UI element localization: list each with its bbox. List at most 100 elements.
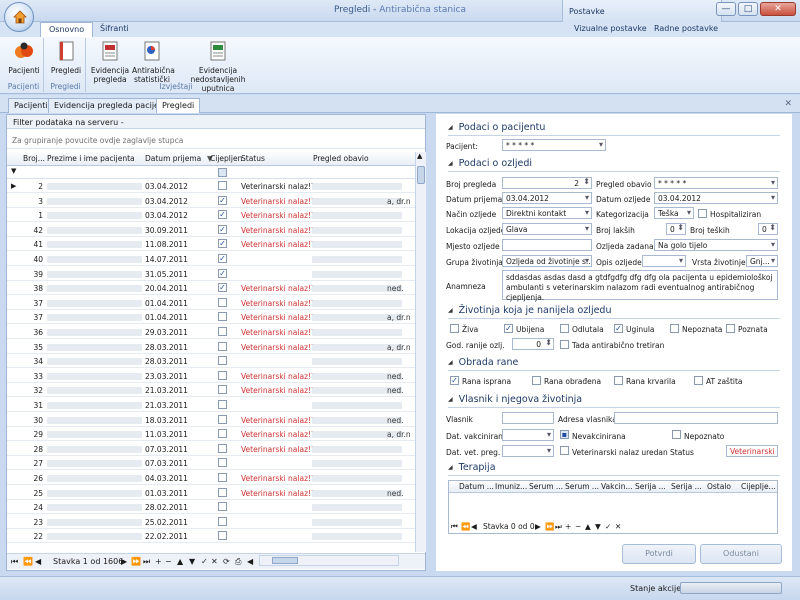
cell-cijepljen-checkbox[interactable]: [218, 312, 227, 322]
cell-cijepljen-checkbox[interactable]: [218, 181, 227, 190]
mjesto-ozljede-input[interactable]: [502, 239, 592, 251]
scroll-up-icon[interactable]: ▲: [417, 152, 422, 160]
tab-osnovno[interactable]: Osnovno: [40, 22, 94, 37]
col-prezime-ime[interactable]: Prezime i ime pacijenta: [47, 154, 135, 163]
scroll-thumb[interactable]: [417, 166, 425, 184]
nepoznato-checkbox[interactable]: [672, 430, 681, 439]
close-button[interactable]: ✕: [760, 2, 796, 16]
nav-first-icon[interactable]: ⏮: [11, 557, 18, 567]
ter-nav-delete-icon[interactable]: −: [575, 522, 581, 531]
nav-add-icon[interactable]: +: [155, 557, 162, 566]
cell-cijepljen-checkbox[interactable]: [218, 516, 227, 526]
adresa-vlasnika-input[interactable]: [614, 412, 778, 424]
minimize-button[interactable]: —: [716, 2, 736, 16]
ter-nav-first-icon[interactable]: ⏮: [451, 522, 458, 532]
cell-cijepljen-checkbox[interactable]: [218, 531, 227, 541]
cell-cijepljen-checkbox[interactable]: [218, 429, 227, 439]
table-row[interactable]: 37 01.04.2011 Veterinarski nalaz!?: [7, 296, 415, 310]
nav-prev-page-icon[interactable]: ⏪: [23, 557, 33, 566]
vet-nalaz-uredan-checkbox[interactable]: [560, 446, 569, 455]
rana-obradena-checkbox[interactable]: [532, 376, 541, 385]
nacin-ozljede-select[interactable]: Direktni kontakt: [502, 207, 592, 219]
nav-cancel-edit-icon[interactable]: ▼: [189, 557, 195, 566]
cell-cijepljen-checkbox[interactable]: [218, 297, 227, 307]
hscroll-thumb[interactable]: [272, 557, 298, 564]
cell-cijepljen-checkbox[interactable]: ✓: [218, 283, 227, 293]
nav-delete-icon[interactable]: −: [165, 557, 172, 566]
broj-teskih-input[interactable]: 0: [758, 223, 778, 235]
nav-next-page-icon[interactable]: ⏩: [131, 557, 141, 566]
ter-nav-edit-icon[interactable]: ▲: [585, 522, 591, 531]
dat-vet-preg-input[interactable]: [502, 445, 554, 457]
table-row[interactable]: 3 03.04.2012 ✓ Veterinarski nalaz!? a, dr.n: [7, 194, 415, 208]
ter-col-serum2[interactable]: Serum ...: [565, 482, 599, 491]
table-row[interactable]: 38 20.04.2011 ✓ Veterinarski nalaz!? ned.: [7, 281, 415, 296]
table-row[interactable]: 36 29.03.2011 Veterinarski nalaz!?: [7, 325, 415, 339]
nav-confirm-icon[interactable]: ✓: [201, 557, 208, 566]
cell-cijepljen-checkbox[interactable]: [218, 414, 227, 424]
cell-cijepljen-checkbox[interactable]: ✓: [218, 239, 227, 249]
maximize-button[interactable]: □: [738, 2, 758, 16]
cell-cijepljen-checkbox[interactable]: [218, 341, 227, 351]
table-row[interactable]: 1 03.04.2012 ✓ Veterinarski nalaz!?: [7, 208, 415, 223]
pacijenti-button[interactable]: Pacijenti: [6, 40, 42, 75]
cell-cijepljen-checkbox[interactable]: [218, 400, 227, 409]
table-row[interactable]: 37 01.04.2011 Veterinarski nalaz!? a, dr.n: [7, 310, 415, 325]
broj-pregleda-input[interactable]: 2: [502, 177, 592, 189]
ter-col-cijepljenje[interactable]: Cijeplje...: [741, 482, 776, 491]
tab-radne-postavke[interactable]: Radne postavke: [654, 24, 718, 33]
section-terapija[interactable]: Terapija: [448, 462, 496, 473]
col-broj[interactable]: Broj...: [23, 154, 45, 163]
table-row[interactable]: 26 04.03.2011 Veterinarski nalaz!?: [7, 471, 415, 485]
col-cijepljen[interactable]: Cijepljen: [210, 154, 242, 163]
table-row[interactable]: 31 21.03.2011: [7, 398, 415, 412]
cell-cijepljen-checkbox[interactable]: [218, 458, 227, 468]
kategorizacija-select[interactable]: Teška: [654, 207, 694, 219]
anamneza-textarea[interactable]: sddasdas asdas dasd a gtdfgdfg dfg dfg o…: [502, 270, 778, 302]
grid-auto-filter-row[interactable]: ▼: [7, 166, 415, 179]
ter-nav-confirm-icon[interactable]: ✓: [605, 522, 611, 531]
rana-krvarila-checkbox[interactable]: [614, 376, 623, 385]
uginula-checkbox[interactable]: ✓: [614, 324, 623, 333]
ziva-checkbox[interactable]: [450, 324, 459, 333]
cell-cijepljen-checkbox[interactable]: ✓: [218, 268, 227, 278]
table-row[interactable]: 33 23.03.2011 Veterinarski nalaz!? ned.: [7, 369, 415, 383]
ter-col-datum[interactable]: Datum ...: [459, 482, 494, 491]
server-filter-bar[interactable]: Filter podataka na serveru -: [7, 115, 425, 129]
refresh-icon[interactable]: ⟳: [223, 557, 230, 566]
section-zivotinja[interactable]: Životinja koja je nanijela ozljedu: [448, 305, 612, 316]
cell-cijepljen-checkbox[interactable]: [218, 473, 227, 482]
table-row[interactable]: 24 28.02.2011: [7, 500, 415, 515]
nav-next-icon[interactable]: ▶: [121, 557, 127, 566]
nav-prev-icon[interactable]: ◀: [35, 557, 41, 566]
cell-cijepljen-checkbox[interactable]: [218, 443, 227, 453]
poznata-checkbox[interactable]: [726, 324, 735, 333]
vrsta-zivotinje-select[interactable]: Gnj...: [746, 255, 778, 267]
close-doc-icon[interactable]: ✕: [784, 99, 792, 109]
ubijena-checkbox[interactable]: ✓: [504, 324, 513, 333]
evidencija-pregleda-button[interactable]: Evidencija pregleda: [90, 40, 130, 84]
section-podaci-o-ozljedi[interactable]: Podaci o ozljedi: [448, 158, 532, 169]
rana-isprana-checkbox[interactable]: ✓: [450, 376, 459, 385]
cell-cijepljen-checkbox[interactable]: ✓: [218, 195, 227, 205]
filter-cijepljen-checkbox[interactable]: [218, 168, 227, 177]
doc-tab-pregledi[interactable]: Pregledi: [156, 98, 201, 113]
table-row[interactable]: 29 11.03.2011 Veterinarski nalaz!? a, dr.n: [7, 427, 415, 442]
god-ranije-input[interactable]: 0: [512, 338, 554, 350]
col-pregled-obavio[interactable]: Pregled obavio: [313, 154, 369, 163]
ter-nav-cancel-icon[interactable]: ✕: [615, 522, 621, 531]
section-obrada-rane[interactable]: Obrada rane: [448, 357, 519, 368]
pregledi-button[interactable]: Pregledi: [48, 40, 84, 75]
grupa-zivotinja-select[interactable]: Ozljeda od životinje s...: [502, 255, 592, 267]
table-row[interactable]: 34 28.03.2011: [7, 354, 415, 369]
cell-cijepljen-checkbox[interactable]: ✓: [218, 224, 227, 234]
pacijent-select[interactable]: * * * * *: [502, 139, 606, 151]
section-vlasnik[interactable]: Vlasnik i njegova životinja: [448, 394, 582, 405]
ter-col-ostalo[interactable]: Ostalo: [707, 482, 731, 491]
ter-nav-cancel-edit-icon[interactable]: ▼: [595, 522, 601, 531]
ozljeda-zadana-select[interactable]: Na golo tijelo: [654, 239, 778, 251]
ter-col-serum1[interactable]: Serum ...: [529, 482, 563, 491]
ter-col-vakcina[interactable]: Vakcin...: [601, 482, 633, 491]
table-row[interactable]: 30 18.03.2011 Veterinarski nalaz!? ned.: [7, 413, 415, 427]
table-row[interactable]: 22 22.02.2011: [7, 529, 415, 544]
